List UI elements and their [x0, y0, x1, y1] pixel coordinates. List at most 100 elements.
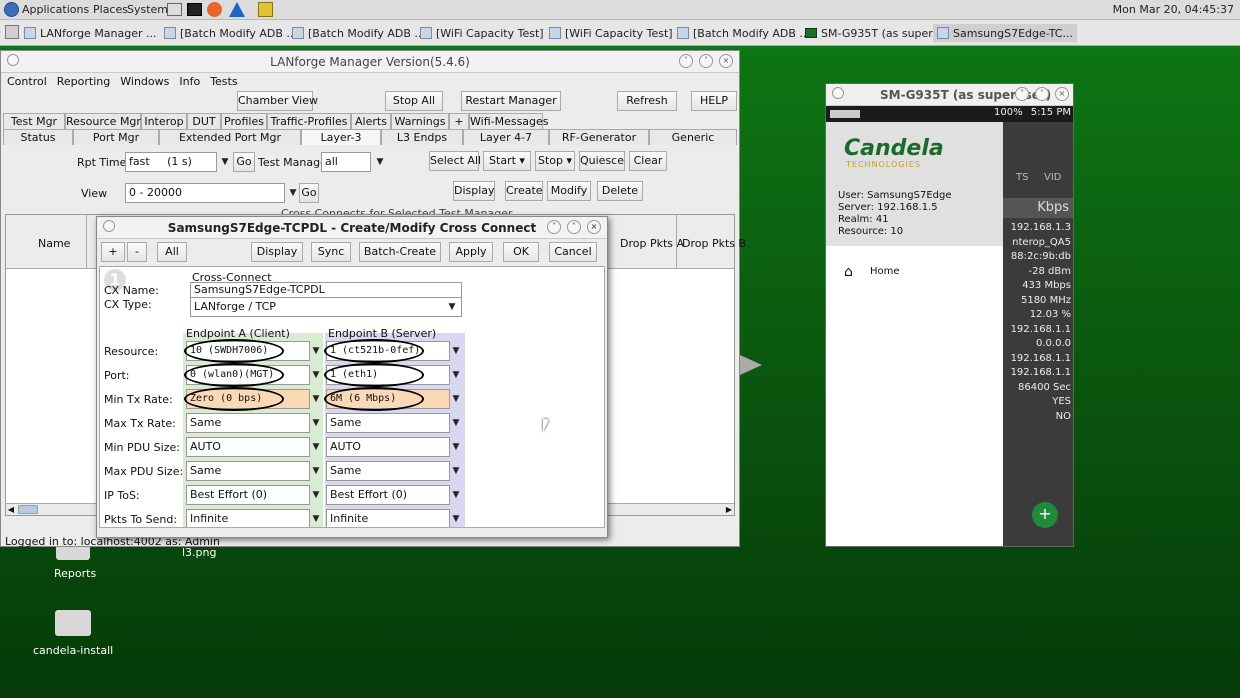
- chevron-down-icon[interactable]: ▼: [450, 414, 462, 432]
- tab-resource-mgr[interactable]: Resource Mgr: [65, 113, 141, 129]
- ok-button[interactable]: OK: [503, 242, 539, 262]
- minimize-icon[interactable]: ˅: [1015, 87, 1029, 101]
- all-button[interactable]: All: [157, 242, 187, 262]
- sync-button[interactable]: Sync: [311, 242, 351, 262]
- desktop-icon-candela-install[interactable]: candela-install: [30, 610, 120, 660]
- endpoint-b-select[interactable]: Same: [326, 461, 450, 481]
- add-button[interactable]: +: [101, 242, 125, 262]
- chevron-down-icon[interactable]: ▼: [450, 438, 462, 456]
- drawer-item-home[interactable]: ⌂ Home: [826, 262, 1003, 286]
- close-icon[interactable]: ×: [587, 220, 601, 234]
- window-menu-icon[interactable]: [103, 220, 115, 232]
- endpoint-a-select[interactable]: Best Effort (0): [186, 485, 310, 505]
- cx-name-input[interactable]: SamsungS7Edge-TCPDL: [190, 282, 462, 298]
- file-manager-icon[interactable]: [167, 3, 182, 16]
- app-launcher-icon[interactable]: [258, 2, 273, 17]
- close-icon[interactable]: ×: [719, 54, 733, 68]
- go-view-button[interactable]: Go: [299, 183, 319, 203]
- desktop-icon-l3-png[interactable]: l3.png: [170, 546, 240, 562]
- firefox-icon[interactable]: [207, 2, 222, 17]
- chevron-down-icon[interactable]: ▼: [287, 184, 299, 202]
- delete-button[interactable]: Delete: [597, 181, 643, 201]
- go-button[interactable]: Go: [233, 152, 255, 172]
- cx-type-select[interactable]: LANforge / TCP: [190, 297, 462, 317]
- chevron-down-icon[interactable]: ▼: [450, 390, 462, 408]
- chevron-down-icon[interactable]: ▼: [450, 342, 462, 360]
- tab-l3-endps[interactable]: L3 Endps: [381, 129, 463, 145]
- clear-button[interactable]: Clear: [629, 151, 667, 171]
- tab-profiles[interactable]: Profiles: [221, 113, 267, 129]
- maximize-icon[interactable]: ˄: [699, 54, 713, 68]
- endpoint-b-select[interactable]: Same: [326, 413, 450, 433]
- stop-button[interactable]: Stop ▾: [535, 151, 575, 171]
- places-menu[interactable]: Places: [93, 3, 128, 16]
- taskbar-item-phone[interactable]: SM-G935T (as super...: [805, 24, 942, 42]
- chevron-down-icon[interactable]: ▼: [450, 486, 462, 504]
- chevron-down-icon[interactable]: ▼: [310, 462, 322, 480]
- refresh-button[interactable]: Refresh: [617, 91, 677, 111]
- tab-test-mgr[interactable]: Test Mgr: [3, 113, 65, 129]
- menu-info[interactable]: Info: [179, 75, 200, 91]
- tab-plus[interactable]: +: [449, 113, 469, 129]
- display-button[interactable]: Display: [453, 181, 495, 201]
- add-fab-button[interactable]: +: [1032, 502, 1058, 528]
- show-desktop-icon[interactable]: [5, 25, 19, 39]
- endpoint-b-select[interactable]: Best Effort (0): [326, 485, 450, 505]
- select-all-button[interactable]: Select All: [429, 151, 481, 171]
- scroll-left-icon[interactable]: ◀: [6, 504, 16, 515]
- tab-status[interactable]: Status: [3, 129, 73, 145]
- chevron-down-icon[interactable]: ▼: [310, 510, 322, 527]
- endpoint-a-select[interactable]: Same: [186, 461, 310, 481]
- chevron-down-icon[interactable]: ▼: [310, 438, 322, 456]
- chamber-view-button[interactable]: Chamber View: [237, 91, 318, 111]
- help-button[interactable]: HELP: [691, 91, 737, 111]
- test-manager-select[interactable]: all: [321, 152, 371, 172]
- taskbar-item-wifi-capacity-2[interactable]: [WiFi Capacity Test]: [549, 24, 673, 42]
- create-button[interactable]: Create: [505, 181, 543, 201]
- maximize-icon[interactable]: ˄: [1035, 87, 1049, 101]
- minimize-icon[interactable]: ˅: [547, 220, 561, 234]
- tab-warnings[interactable]: Warnings: [391, 113, 449, 129]
- taskbar-item-wifi-capacity-1[interactable]: [WiFi Capacity Test]: [420, 24, 544, 42]
- tab-port-mgr[interactable]: Port Mgr: [73, 129, 159, 145]
- chevron-down-icon[interactable]: ▼: [450, 510, 462, 527]
- menu-tests[interactable]: Tests: [210, 75, 237, 91]
- scrollbar-thumb[interactable]: [18, 505, 38, 514]
- chevron-down-icon[interactable]: ▼: [310, 414, 322, 432]
- column-drop-pkts-a[interactable]: Drop Pkts A: [620, 237, 684, 250]
- menu-windows[interactable]: Windows: [120, 75, 169, 91]
- quiesce-button[interactable]: Quiesce: [579, 151, 625, 171]
- rpt-timer-select[interactable]: fast (1 s): [125, 152, 217, 172]
- taskbar-item-batch-modify-2[interactable]: [Batch Modify ADB ...: [292, 24, 425, 42]
- restart-manager-button[interactable]: Restart Manager: [461, 91, 561, 111]
- chevron-down-icon[interactable]: ▼: [310, 486, 322, 504]
- column-drop-pkts-b[interactable]: Drop Pkts B: [682, 237, 746, 250]
- tab-generic[interactable]: Generic: [649, 129, 737, 145]
- endpoint-b-select[interactable]: AUTO: [326, 437, 450, 457]
- tab-rf-generator[interactable]: RF-Generator: [549, 129, 649, 145]
- tab-traffic-profiles[interactable]: Traffic-Profiles: [267, 113, 351, 129]
- chevron-down-icon[interactable]: ▼: [310, 366, 322, 384]
- wireshark-icon[interactable]: [229, 2, 245, 17]
- chevron-down-icon[interactable]: ▼: [446, 298, 458, 316]
- chevron-down-icon[interactable]: ▼: [374, 153, 386, 171]
- batch-create-button[interactable]: Batch-Create: [359, 242, 441, 262]
- start-button[interactable]: Start ▾: [483, 151, 531, 171]
- chevron-down-icon[interactable]: ▼: [310, 390, 322, 408]
- cancel-button[interactable]: Cancel: [549, 242, 597, 262]
- applications-menu[interactable]: Applications: [22, 3, 89, 16]
- tab-layer-4-7[interactable]: Layer 4-7: [463, 129, 549, 145]
- chevron-down-icon[interactable]: ▼: [450, 366, 462, 384]
- scroll-right-icon[interactable]: ▶: [724, 504, 734, 515]
- taskbar-item-cross-connect[interactable]: SamsungS7Edge-TC...: [933, 24, 1077, 42]
- window-menu-icon[interactable]: [832, 87, 844, 99]
- taskbar-item-batch-modify-1[interactable]: [Batch Modify ADB ...: [164, 24, 297, 42]
- tab-layer-3[interactable]: Layer-3: [301, 129, 381, 145]
- tab-ts[interactable]: TS: [1016, 172, 1028, 183]
- chevron-down-icon[interactable]: ▼: [310, 342, 322, 360]
- menu-control[interactable]: Control: [7, 75, 47, 91]
- stop-all-button[interactable]: Stop All: [385, 91, 443, 111]
- tab-dut[interactable]: DUT: [187, 113, 221, 129]
- endpoint-b-select[interactable]: Infinite: [326, 509, 450, 527]
- tab-wifi-messages[interactable]: Wifi-Messages: [469, 113, 549, 129]
